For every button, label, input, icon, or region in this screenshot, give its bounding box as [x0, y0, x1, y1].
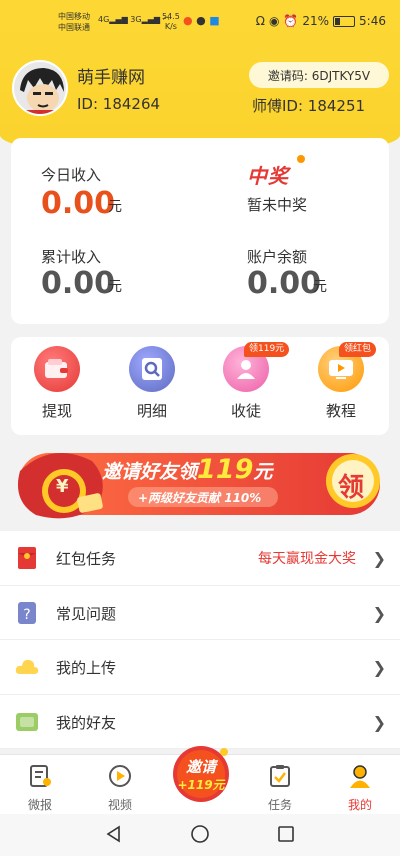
- prize-logo-dot-icon: [297, 155, 305, 163]
- invite-banner-title: 邀请好友领: [102, 461, 198, 483]
- master-id: 师傅ID: 184251: [252, 97, 366, 115]
- apprentice-badge: 领119元: [244, 342, 290, 357]
- carrier-1: 中国移动: [58, 12, 90, 21]
- invite-fab-button[interactable]: 邀请 +119元: [168, 742, 234, 802]
- total-income-unit: 元: [108, 279, 122, 295]
- wallet-icon: [34, 346, 80, 392]
- claim-button[interactable]: 领: [338, 467, 364, 504]
- svg-text:?: ?: [23, 607, 30, 623]
- balance-label: 账户余额: [247, 248, 308, 266]
- app-store-icon: ■: [209, 14, 220, 27]
- income-card: 今日收入 0.00 元 中奖 暂未中奖 累计收入 0.00 元 账户余额 0.0…: [11, 138, 389, 324]
- headset-icon: Ω: [255, 14, 265, 28]
- invite-code-badge[interactable]: 邀请码: 6DJTKY5V: [249, 62, 389, 88]
- avatar[interactable]: [12, 60, 68, 116]
- carrier-info: 中国移动 中国联通: [58, 11, 90, 33]
- app-notify-icon: ●: [183, 14, 193, 27]
- task-icon: [270, 765, 290, 787]
- tutorial-button[interactable]: 领红包 教程: [311, 342, 377, 421]
- invite-banner-subtitle: +两级好友贡献 110%: [138, 491, 262, 505]
- total-income-value: 0.00: [41, 266, 116, 301]
- today-income-label: 今日收入: [41, 166, 102, 184]
- net-speed: 54.5 K/s: [162, 12, 180, 32]
- invite-banner-amount: 119: [197, 454, 254, 485]
- prize-status: 暂未中奖: [247, 196, 308, 214]
- chevron-right-icon: ❯: [372, 712, 386, 732]
- quick-actions: 提现 明细 领119元 收徒 领红包 教程: [11, 337, 389, 435]
- upload-cloud-icon: [15, 659, 39, 674]
- menu-item-my-uploads[interactable]: 我的上传 ❯: [0, 640, 400, 695]
- eye-icon: ◉: [268, 14, 280, 28]
- back-icon[interactable]: [104, 824, 124, 844]
- menu-item-label: 我的好友: [56, 713, 117, 732]
- apprentice-button[interactable]: 领119元 收徒: [216, 342, 290, 421]
- menu-item-my-friends[interactable]: 我的好友 ❯: [0, 695, 400, 749]
- menu-item-promo: 每天赢现金大奖: [258, 551, 356, 567]
- today-income-unit: 元: [108, 199, 122, 215]
- user-id: ID: 184264: [77, 95, 161, 113]
- question-icon: ?: [18, 601, 36, 624]
- chevron-right-icon: ❯: [372, 603, 386, 623]
- tab-news-label: 微报: [27, 798, 52, 812]
- invite-fab-line2: +119元: [177, 778, 225, 792]
- withdraw-label: 提现: [41, 402, 72, 420]
- home-icon[interactable]: [190, 824, 210, 844]
- battery-icon: [333, 15, 356, 27]
- profile-icon: [350, 765, 370, 788]
- news-icon: [30, 765, 51, 787]
- total-income-label: 累计收入: [41, 248, 102, 266]
- tab-tasks-label: 任务: [267, 798, 292, 812]
- invite-fab-line1: 邀请: [185, 758, 216, 776]
- invite-banner-unit: 元: [253, 461, 273, 483]
- tab-video[interactable]: 视频: [90, 763, 150, 813]
- red-envelope-icon: [18, 547, 36, 569]
- balance-value: 0.00: [247, 266, 322, 301]
- network-type-2: 3G: [130, 15, 142, 24]
- alarm-icon: ⏰: [283, 14, 299, 28]
- status-bar: 中国移动 中国联通 4G▂▄▆ 3G▂▄▆ ◠ 54.5 K/s ● ● ■ Ω…: [0, 0, 400, 44]
- recent-apps-icon[interactable]: [276, 824, 296, 844]
- menu-list: 红包任务 每天赢现金大奖 ❯ ? 常见问题 ❯ 我的上传 ❯ 我的好友 ❯: [0, 531, 400, 749]
- carrier-2: 中国联通: [58, 23, 90, 32]
- menu-item-red-envelope-task[interactable]: 红包任务 每天赢现金大奖 ❯: [0, 531, 400, 586]
- status-right: Ω ◉ ⏰ 21% 5:46: [256, 14, 386, 28]
- menu-item-label: 红包任务: [56, 550, 117, 568]
- notification-icons: ● ● ■: [183, 14, 220, 27]
- signal-icon: 4G▂▄▆ 3G▂▄▆ ◠: [98, 15, 170, 24]
- clock: 5:46: [359, 14, 386, 28]
- tutorial-label: 教程: [325, 402, 356, 420]
- battery-percent: 21%: [302, 14, 330, 28]
- network-type-1: 4G: [98, 15, 110, 24]
- chevron-right-icon: ❯: [372, 658, 386, 677]
- tab-tasks[interactable]: 任务: [250, 763, 310, 813]
- chevron-right-icon: ❯: [372, 549, 386, 568]
- menu-item-label: 常见问题: [56, 604, 117, 623]
- menu-item-faq[interactable]: ? 常见问题 ❯: [0, 586, 400, 640]
- details-button[interactable]: 明细: [122, 346, 182, 421]
- invite-banner[interactable]: ¥ 邀请好友领119元 +两级好友贡献 110% 领: [12, 441, 388, 521]
- today-income-value: 0.00: [41, 186, 116, 221]
- tab-mine[interactable]: 我的: [330, 763, 390, 813]
- tab-news[interactable]: 微报: [10, 763, 70, 813]
- tab-video-label: 视频: [107, 798, 132, 812]
- tutorial-badge: 领红包: [339, 342, 377, 357]
- apprentice-label: 收徒: [230, 402, 261, 420]
- details-label: 明细: [136, 402, 167, 420]
- friends-icon: [16, 712, 38, 731]
- video-play-icon: [109, 765, 131, 787]
- prize-logo: 中奖: [247, 164, 289, 188]
- search-document-icon: [129, 346, 175, 392]
- username: 萌手赚网: [77, 68, 145, 88]
- money-bag-symbol: ¥: [56, 476, 69, 497]
- net-speed-value: 54.5: [162, 12, 180, 21]
- balance-unit: 元: [313, 279, 327, 295]
- menu-item-label: 我的上传: [56, 659, 117, 677]
- invite-banner-headline: 邀请好友领119元: [102, 454, 272, 485]
- net-speed-unit: K/s: [164, 22, 177, 31]
- wechat-icon: ●: [196, 14, 206, 27]
- tab-mine-label: 我的: [347, 798, 372, 812]
- withdraw-button[interactable]: 提现: [27, 346, 87, 421]
- system-nav-bar: [0, 814, 400, 856]
